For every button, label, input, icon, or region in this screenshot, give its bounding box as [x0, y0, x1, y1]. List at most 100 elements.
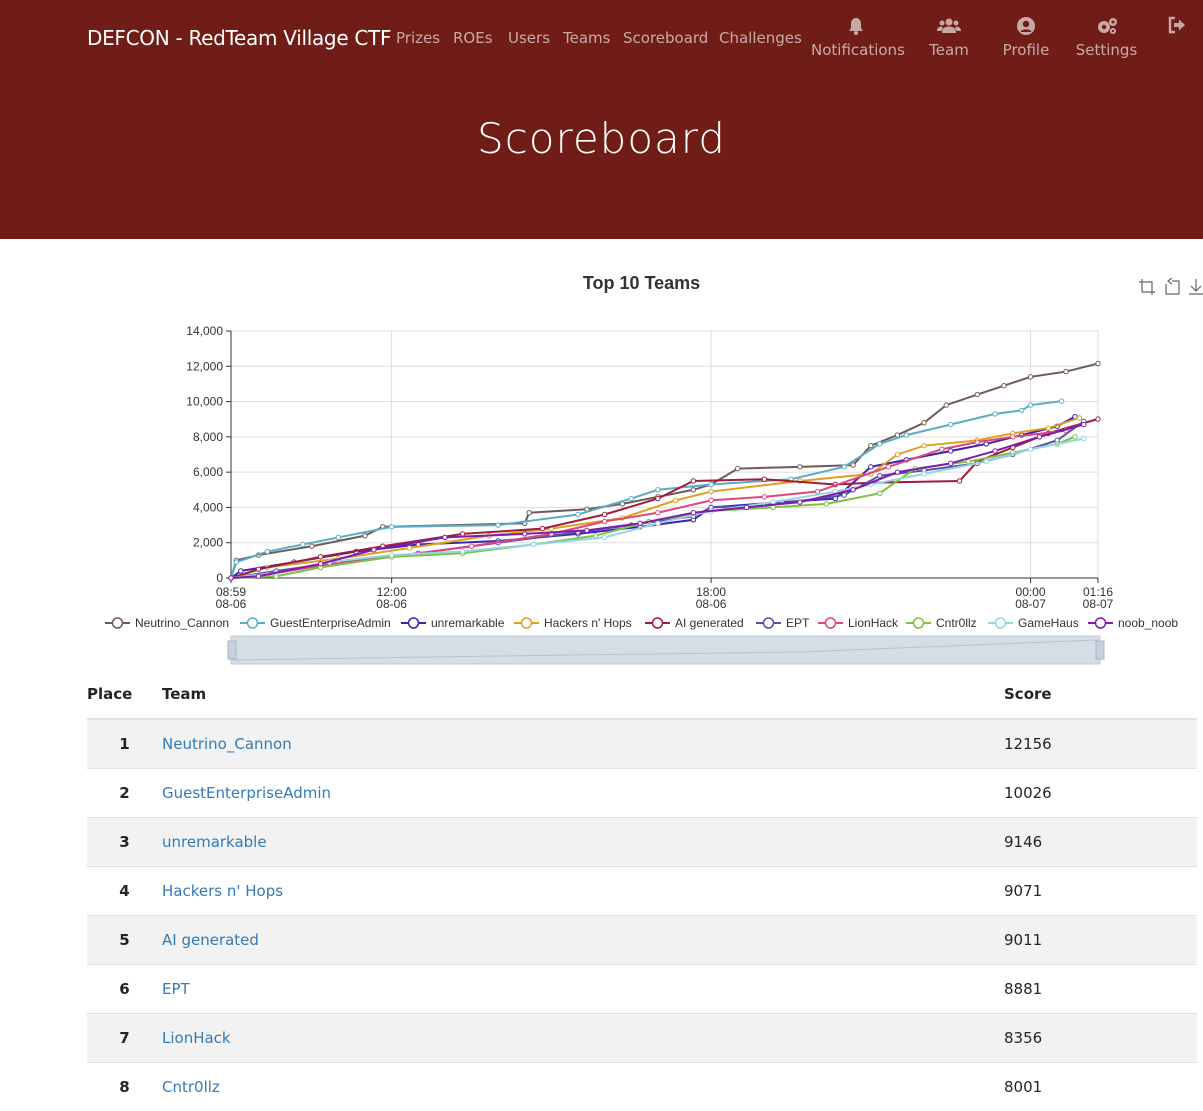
data-point — [584, 527, 590, 534]
legend-marker — [912, 617, 925, 629]
data-point — [459, 531, 466, 537]
row-score: 8356 — [1004, 1012, 1197, 1062]
data-point — [1036, 434, 1043, 440]
data-point — [797, 464, 803, 470]
team-link[interactable]: Hackers n' Hops — [162, 882, 283, 900]
col-header-score: Score — [1004, 670, 1197, 720]
row-place: 7 — [87, 1012, 162, 1062]
zoom-handle-right — [1095, 640, 1105, 660]
row-score: 8881 — [1004, 963, 1197, 1013]
series-line — [230, 437, 1084, 579]
data-point — [992, 411, 998, 417]
table-row: 5 AI generated 9011 — [87, 914, 1197, 964]
y-tick-label: 12,000 — [186, 359, 223, 373]
data-point — [876, 490, 883, 497]
row-score: 9071 — [1004, 865, 1197, 915]
data-point — [1001, 382, 1007, 389]
data-point — [761, 476, 768, 482]
data-point — [735, 465, 741, 472]
data-point — [690, 510, 697, 516]
data-point — [264, 548, 271, 555]
row-score: 10026 — [1004, 767, 1197, 817]
data-point — [1072, 434, 1078, 440]
data-point — [495, 522, 501, 528]
legend-label: AI generated — [675, 616, 744, 630]
data-point — [956, 478, 963, 484]
team-link[interactable]: Neutrino_Cannon — [162, 735, 292, 753]
data-point — [655, 495, 661, 502]
y-tick-label: 0 — [216, 571, 223, 585]
data-point — [406, 545, 413, 551]
legend-marker — [824, 617, 837, 629]
data-point — [850, 462, 856, 468]
data-point — [690, 478, 697, 484]
data-point — [233, 559, 240, 565]
legend-marker — [651, 617, 664, 629]
legend-marker — [994, 617, 1007, 629]
data-point — [628, 495, 634, 502]
data-point — [1027, 374, 1034, 380]
data-point — [601, 518, 608, 525]
data-point — [761, 494, 768, 500]
data-point — [388, 524, 395, 530]
data-point — [655, 487, 661, 493]
team-link[interactable]: EPT — [162, 980, 190, 998]
x-tick-label: 08-07 — [1015, 597, 1046, 611]
data-point — [388, 552, 395, 558]
data-point — [921, 420, 927, 426]
legend-marker — [520, 617, 533, 629]
data-point — [1027, 446, 1034, 452]
legend-marker — [407, 617, 420, 629]
data-point — [442, 534, 448, 541]
y-tick-label: 4,000 — [193, 500, 223, 514]
data-point — [526, 510, 532, 516]
data-point — [850, 487, 856, 493]
data-point — [823, 501, 830, 507]
data-point — [868, 464, 874, 470]
data-point — [876, 441, 883, 447]
data-point — [1045, 425, 1052, 431]
data-point — [983, 458, 989, 465]
legend-marker — [111, 617, 124, 629]
data-point — [690, 487, 697, 493]
legend-label: Cntr0llz — [936, 616, 977, 630]
legend-label: unremarkable — [431, 616, 505, 630]
team-link[interactable]: Cntr0llz — [162, 1078, 220, 1096]
team-link[interactable]: unremarkable — [162, 833, 267, 851]
data-point — [228, 575, 234, 581]
y-tick-label: 14,000 — [186, 324, 223, 338]
data-point — [238, 568, 244, 574]
data-point — [1058, 398, 1065, 404]
data-point — [522, 531, 528, 537]
data-point — [974, 439, 981, 445]
data-point — [371, 547, 377, 553]
zoom-slider — [230, 635, 1101, 665]
legend-label: Hackers n' Hops — [544, 616, 632, 630]
data-point — [841, 464, 847, 470]
data-point — [530, 541, 537, 548]
data-point — [317, 561, 324, 567]
team-link[interactable]: AI generated — [162, 931, 259, 949]
row-place: 2 — [87, 767, 162, 817]
data-point — [868, 442, 874, 449]
table-row: 6 EPT 8881 — [87, 963, 1197, 1013]
data-point — [1018, 407, 1025, 414]
x-tick-label: 08-06 — [376, 597, 407, 611]
legend-label: GuestEnterpriseAdmin — [270, 616, 391, 630]
row-place: 8 — [87, 1061, 162, 1111]
table-row: 7 LionHack 8356 — [87, 1012, 1197, 1062]
data-point — [459, 548, 466, 555]
row-team: Cntr0llz — [162, 1061, 1004, 1111]
team-link[interactable]: GuestEnterpriseAdmin — [162, 784, 331, 802]
team-link[interactable]: LionHack — [162, 1029, 231, 1047]
row-team: LionHack — [162, 1012, 1004, 1062]
data-point — [894, 451, 901, 458]
data-point — [468, 543, 475, 549]
row-team: AI generated — [162, 914, 1004, 964]
legend-marker — [762, 617, 775, 629]
data-point — [672, 497, 679, 504]
data-point — [797, 499, 803, 505]
x-tick-label: 08-06 — [696, 597, 727, 611]
data-point — [708, 497, 714, 504]
data-point — [876, 472, 883, 479]
